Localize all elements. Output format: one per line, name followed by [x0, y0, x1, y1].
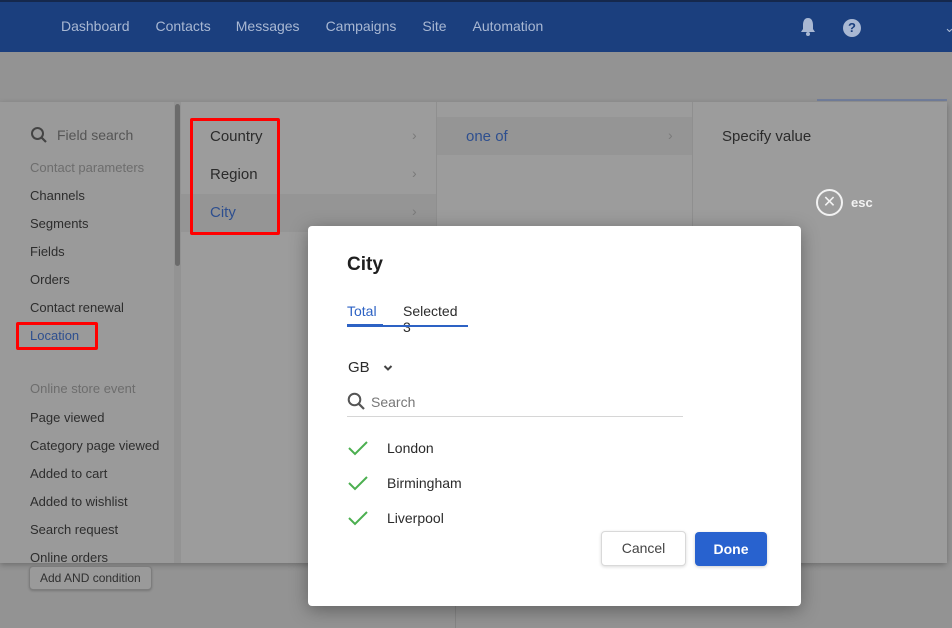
sidebar-item-channels[interactable]: Channels — [30, 188, 85, 203]
nav-messages[interactable]: Messages — [236, 18, 300, 34]
check-icon — [348, 476, 368, 491]
help-icon[interactable]: ? — [843, 19, 861, 37]
dialog-title: City — [347, 254, 383, 275]
tab-selected[interactable]: Selected 3 — [403, 303, 469, 335]
nav-contacts[interactable]: Contacts — [156, 18, 211, 34]
country-select[interactable]: GB — [348, 359, 393, 376]
city-search-input[interactable] — [371, 391, 671, 413]
search-icon — [31, 127, 47, 143]
city-name: Liverpool — [387, 510, 444, 526]
bell-icon[interactable] — [800, 17, 816, 37]
highlight-location — [16, 322, 98, 350]
operator-label: one of — [466, 128, 508, 145]
done-button[interactable]: Done — [695, 532, 767, 566]
city-name: Birmingham — [387, 475, 462, 491]
nav-dashboard[interactable]: Dashboard — [61, 18, 130, 34]
highlight-location-fields — [190, 118, 280, 235]
scrollbar-thumb[interactable] — [175, 104, 180, 266]
value-column-title: Specify value — [722, 128, 812, 145]
dialog-tabs: Total Selected 3 — [347, 302, 469, 335]
sidebar-item-page-viewed[interactable]: Page viewed — [30, 410, 104, 425]
cancel-button[interactable]: Cancel — [601, 531, 686, 566]
chevron-right-icon: › — [412, 165, 417, 181]
city-name: London — [387, 440, 434, 456]
operator-option-one-of[interactable]: one of › — [437, 117, 692, 155]
sidebar-item-fields[interactable]: Fields — [30, 244, 65, 259]
esc-close-button[interactable]: ✕ esc — [816, 189, 873, 216]
field-search-label: Field search — [57, 127, 134, 143]
chevron-right-icon: › — [412, 203, 417, 219]
check-icon — [348, 441, 368, 456]
sidebar-item-online-orders[interactable]: Online orders — [30, 550, 108, 565]
esc-label: esc — [851, 195, 873, 210]
city-option-liverpool[interactable]: Liverpool — [347, 506, 444, 530]
city-search — [347, 389, 683, 417]
add-and-condition-button[interactable]: Add AND condition — [29, 566, 152, 590]
sidebar-item-category-page-viewed[interactable]: Category page viewed — [30, 438, 159, 453]
divider — [455, 606, 456, 628]
sidebar-item-added-to-cart[interactable]: Added to cart — [30, 466, 107, 481]
field-search[interactable]: Field search — [30, 126, 133, 144]
city-option-birmingham[interactable]: Birmingham — [347, 471, 462, 495]
chevron-down-icon — [383, 364, 392, 371]
main-nav: Dashboard Contacts Messages Campaigns Si… — [61, 18, 569, 34]
tab-total[interactable]: Total — [347, 303, 377, 319]
check-icon — [348, 511, 368, 526]
city-dialog: City Total Selected 3 GB London Birmingh… — [308, 226, 801, 606]
chevron-right-icon: › — [412, 127, 417, 143]
top-navigation-bar: Dashboard Contacts Messages Campaigns Si… — [0, 0, 952, 52]
nav-automation[interactable]: Automation — [473, 18, 544, 34]
section-title-contact-parameters: Contact parameters — [30, 160, 145, 175]
sidebar-item-segments[interactable]: Segments — [30, 216, 89, 231]
sidebar-item-search-request[interactable]: Search request — [30, 522, 118, 537]
nav-site[interactable]: Site — [422, 18, 446, 34]
active-tab-indicator — [347, 324, 383, 327]
sidebar-item-orders[interactable]: Orders — [30, 272, 70, 287]
nav-campaigns[interactable]: Campaigns — [326, 18, 397, 34]
section-title-online-store-event: Online store event — [30, 381, 136, 396]
chevron-down-icon[interactable]: ⌄ — [944, 20, 952, 36]
sidebar-item-added-to-wishlist[interactable]: Added to wishlist — [30, 494, 128, 509]
page-header-dimmed — [0, 52, 952, 102]
search-icon — [347, 392, 365, 410]
chevron-right-icon: › — [668, 127, 673, 143]
city-option-london[interactable]: London — [347, 436, 434, 460]
sidebar-item-contact-renewal[interactable]: Contact renewal — [30, 300, 124, 315]
country-select-value: GB — [348, 359, 370, 376]
close-icon: ✕ — [816, 189, 843, 216]
